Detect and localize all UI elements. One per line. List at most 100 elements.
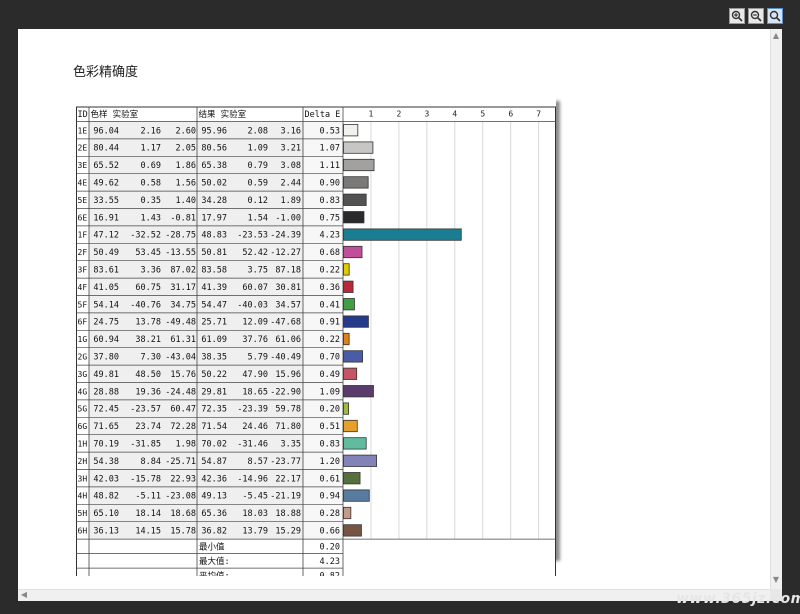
sample-lab-value: 28.88: [93, 387, 119, 397]
sample-lab-value: -15.78: [130, 474, 161, 484]
delta-e-bar: [343, 245, 363, 259]
sample-lab-value: 1.40: [176, 196, 196, 206]
sample-lab-value: 8.84: [141, 457, 161, 467]
result-lab-value: -5.45: [242, 492, 268, 502]
watermark: www.365jz.com: [676, 591, 800, 607]
row-id: 3F: [78, 266, 88, 275]
row-id: 1H: [78, 440, 88, 449]
sample-lab-value: 49.62: [93, 179, 119, 189]
result-lab-value: 3.16: [281, 126, 301, 136]
delta-e-value: 0.90: [320, 179, 340, 189]
result-lab-value: 18.88: [275, 509, 301, 519]
result-lab-value: -1.00: [275, 213, 301, 223]
delta-e-value: 1.09: [320, 387, 340, 397]
sample-lab-value: 13.78: [135, 318, 161, 328]
delta-e-bar: [343, 454, 377, 467]
sample-lab-value: -0.81: [170, 213, 196, 223]
result-lab-value: 70.02: [201, 440, 227, 450]
zoom-out-button[interactable]: [748, 8, 764, 24]
row-id: 2G: [78, 353, 88, 362]
sample-lab-value: 0.58: [141, 179, 161, 189]
vertical-scrollbar[interactable]: ▲ ▼: [770, 29, 782, 589]
scroll-down-arrow-icon[interactable]: ▼: [771, 575, 781, 585]
sample-lab-value: -49.48: [165, 318, 196, 328]
row-id: 2E: [78, 144, 88, 153]
sample-lab-value: 42.03: [93, 474, 119, 484]
sample-lab-value: 2.16: [141, 126, 161, 136]
delta-e-value: 0.22: [320, 335, 340, 345]
sample-lab-value: 50.49: [93, 248, 119, 258]
delta-e-value: 0.20: [320, 405, 340, 415]
result-lab-value: 2.08: [248, 126, 268, 136]
delta-e-bar: [343, 176, 369, 189]
sample-lab-value: 48.82: [93, 492, 119, 502]
scroll-up-arrow-icon[interactable]: ▲: [771, 31, 781, 41]
chart-axis-tick-label: 2: [397, 110, 402, 119]
sample-lab-value: 1.56: [176, 179, 196, 189]
result-lab-value: 50.81: [201, 248, 227, 258]
sample-lab-value: 60.75: [135, 283, 161, 293]
delta-e-value: 1.11: [320, 161, 340, 171]
zoom-actual-button[interactable]: [767, 8, 783, 24]
scroll-left-arrow-icon[interactable]: ◀: [19, 590, 29, 600]
row-id: 3E: [78, 161, 88, 170]
sample-lab-value: 7.30: [141, 353, 161, 363]
result-lab-value: -40.49: [270, 353, 301, 363]
horizontal-scrollbar[interactable]: ◀: [18, 589, 770, 601]
sample-lab-value: 18.14: [135, 509, 161, 519]
sample-lab-value: 54.38: [93, 457, 119, 467]
row-id: 4G: [78, 387, 88, 396]
summary-value: 0.20: [320, 543, 340, 553]
result-lab-value: -31.46: [237, 440, 268, 450]
sample-lab-value: 48.50: [135, 370, 161, 380]
result-lab-value: 34.28: [201, 196, 227, 206]
result-lab-value: 15.29: [275, 527, 301, 537]
delta-e-bar: [343, 472, 361, 485]
sample-lab-value: 65.10: [93, 509, 119, 519]
delta-e-value: 0.49: [320, 370, 340, 380]
summary-label: 平均值:: [199, 571, 230, 576]
result-lab-value: -40.03: [237, 300, 268, 310]
delta-e-bar: [343, 385, 374, 398]
sample-lab-value: 31.17: [170, 283, 196, 293]
row-id: 6E: [78, 213, 88, 222]
delta-e-value: 0.53: [320, 126, 340, 136]
sample-lab-value: 2.05: [176, 144, 196, 154]
sample-lab-value: -25.71: [165, 457, 196, 467]
delta-e-value: 0.75: [320, 213, 340, 223]
result-lab-value: 59.78: [275, 405, 301, 415]
sample-lab-value: 19.36: [135, 387, 161, 397]
sample-lab-value: 14.15: [135, 527, 161, 537]
row-id: 4H: [78, 492, 88, 501]
result-lab-value: 87.18: [275, 266, 301, 276]
delta-e-value: 0.22: [320, 266, 340, 276]
row-id: 6H: [78, 527, 88, 536]
delta-e-bar: [343, 437, 367, 450]
result-lab-value: -47.68: [270, 318, 301, 328]
delta-e-bar: [343, 193, 367, 206]
sample-lab-value: 65.52: [93, 161, 119, 171]
sample-lab-value: 3.36: [141, 266, 161, 276]
row-id: 4F: [78, 283, 88, 292]
result-lab-value: 0.79: [248, 161, 268, 171]
result-lab-value: 1.89: [281, 196, 301, 206]
delta-e-bar: [343, 524, 362, 537]
delta-e-value: 0.94: [320, 492, 340, 502]
sample-lab-value: -24.48: [165, 387, 196, 397]
result-lab-value: 80.56: [201, 144, 227, 154]
result-lab-value: 30.81: [275, 283, 301, 293]
result-lab-value: -23.53: [237, 231, 268, 241]
result-lab-value: 54.47: [201, 300, 227, 310]
sample-lab-value: 47.12: [93, 231, 119, 241]
result-lab-value: 3.75: [248, 266, 268, 276]
result-lab-value: -22.90: [270, 387, 301, 397]
delta-e-value: 0.83: [320, 196, 340, 206]
summary-label: 最大值:: [199, 556, 230, 567]
delta-e-value: 0.41: [320, 300, 340, 310]
column-header-result: 结果 实验室: [199, 109, 247, 120]
sample-lab-value: 80.44: [93, 144, 119, 154]
result-lab-value: 1.09: [248, 144, 268, 154]
result-lab-value: 95.96: [201, 126, 227, 136]
zoom-in-button[interactable]: [729, 8, 745, 24]
result-lab-value: 60.07: [242, 283, 268, 293]
